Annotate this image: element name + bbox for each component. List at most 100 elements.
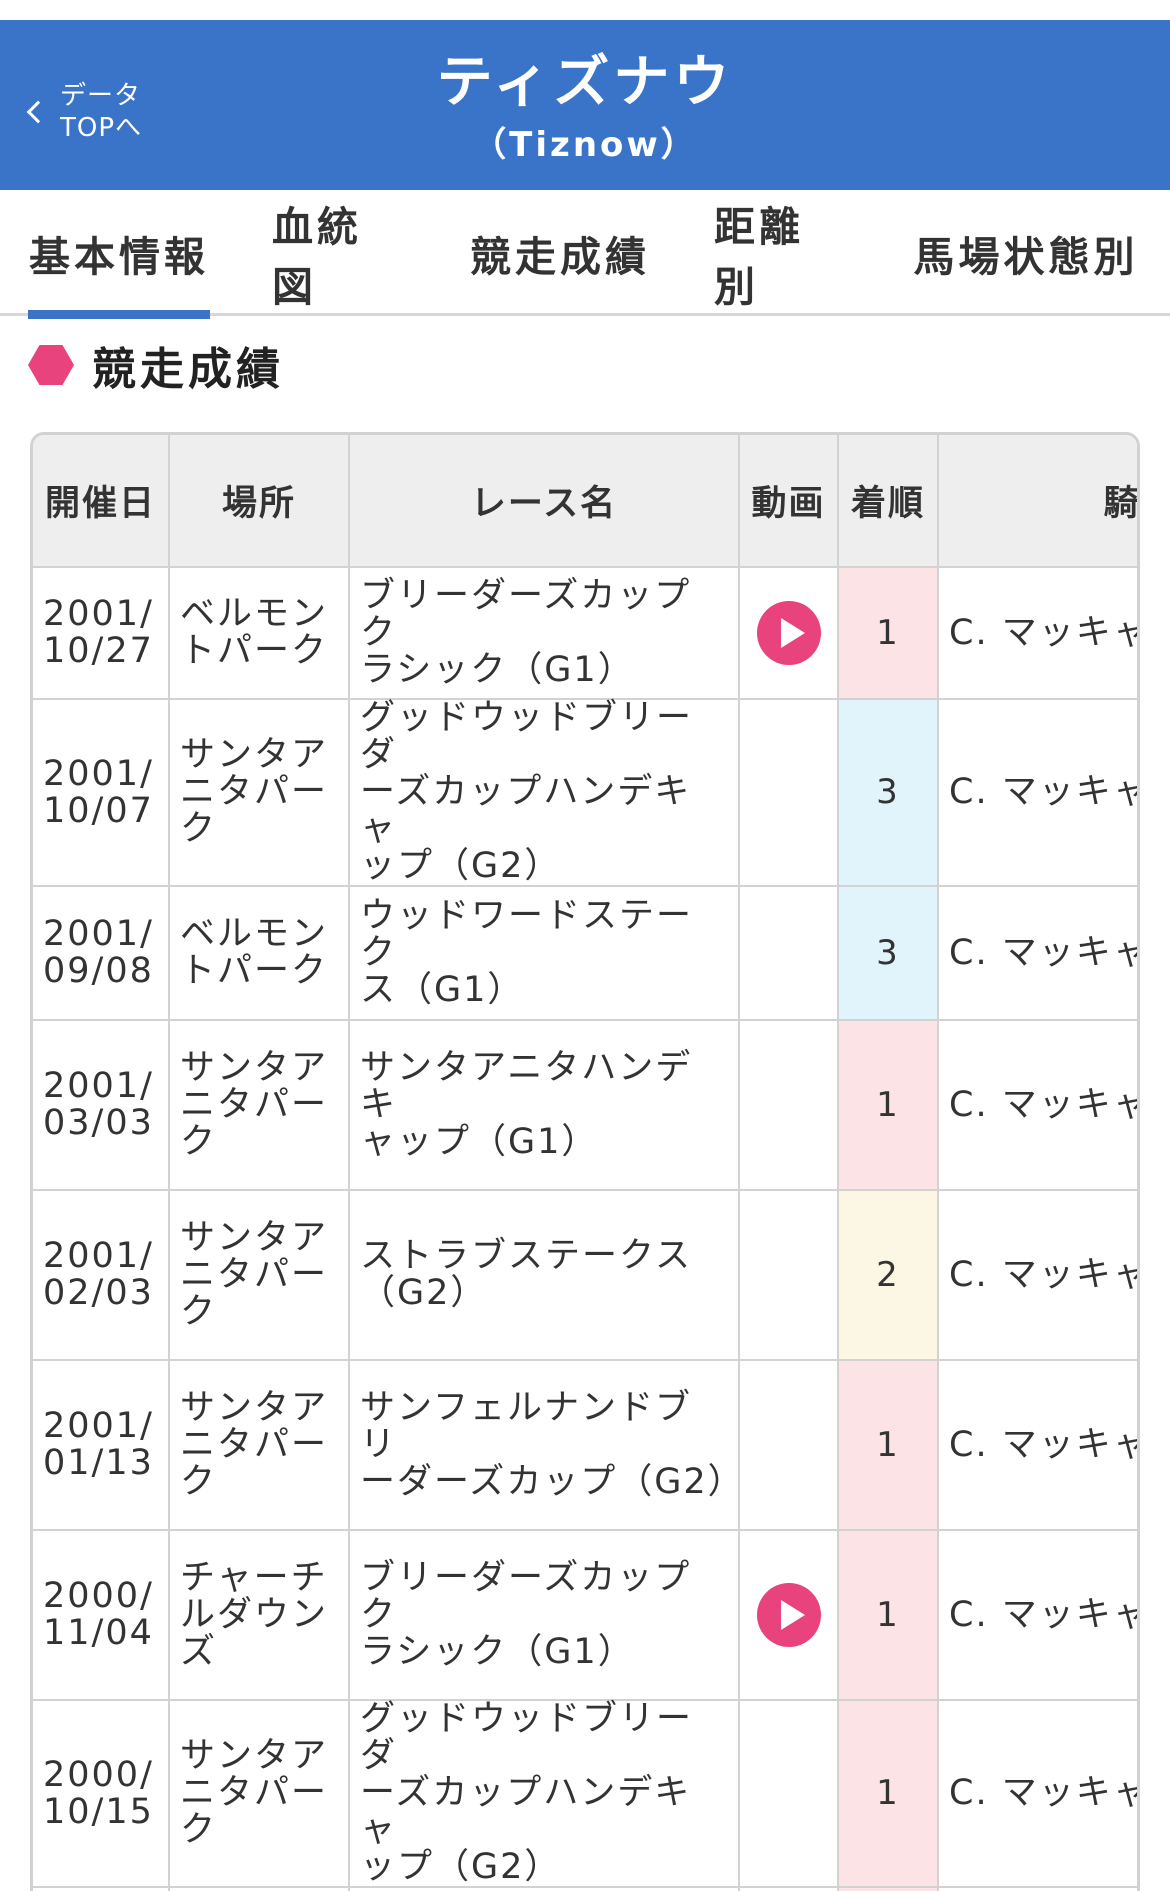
cell-video [738,885,839,1021]
cell-date: 2000/10/15 [33,1699,170,1888]
cell-jockey[interactable]: C. マッキャロン [937,1359,1137,1531]
cell-date: 2001/10/07 [33,698,170,887]
jockey-name[interactable]: C. マッキャロン [949,1426,1137,1464]
table-cell-partial [937,1886,1137,1891]
race-name-line: サンタアニタハンデキ [360,1047,693,1125]
cell-race-name[interactable]: サンタアニタハンデキ ャップ（G1） [348,1019,740,1191]
cell-video [738,698,839,887]
cell-place: サンタア ニタパーク [168,1019,350,1191]
tab-basic-info[interactable]: 基本情報 [28,190,210,319]
horse-name-english: （Tiznow） [472,125,698,165]
jockey-name[interactable]: C. マッキャロン [949,1086,1137,1124]
jockey-name[interactable]: C. マッキャロン [949,1256,1137,1294]
jockey-name[interactable]: C. マッキャロン [949,614,1137,652]
results-table-scroll[interactable]: 開催日 場所 レース名 動画 着順 騎手 2001/10/27ベルモントパークブ… [30,432,1140,1891]
col-header-race: レース名 [348,435,740,568]
date-year: 2001/ [43,1066,154,1106]
date-day: 10/15 [43,1791,154,1832]
date-day: 09/08 [43,951,154,991]
place-line: サンタア [180,735,329,775]
cell-race-name[interactable]: グッドウッドブリーダ ーズカップハンデキャ ップ（G2） [348,1699,740,1888]
cell-race-name[interactable]: ブリーダーズカップク ラシック（G1） [348,566,740,700]
play-video-icon[interactable] [756,601,821,665]
place-line: ニタパー [180,772,329,812]
table-row[interactable]: 2001/02/03サンタアニタパークストラブステークス（G2）2C. マッキャ… [33,1189,1137,1361]
race-name-line: ップ（G2） [360,846,562,886]
table-cell-partial [837,1886,939,1891]
cell-date: 2000/11/04 [33,1529,170,1701]
cell-jockey[interactable]: C. マッキャロン [937,1189,1137,1361]
race-name-line: ャップ（G1） [360,1121,599,1162]
cell-place: サンタア ニタパーク [168,1699,350,1888]
cell-date: 2001/01/13 [33,1359,170,1531]
race-name-line: ラシック（G1） [360,649,635,690]
table-row[interactable]: 2001/10/27 ベルモン トパーク ブリーダーズカップク ラシック（G1） 1 C. … [33,566,1137,700]
place-line: ク [180,809,218,849]
cell-date: 2001/03/03 [33,1019,170,1191]
place-line: サンタア [180,1736,329,1776]
cell-race-name[interactable]: ブリーダーズカップク ラシック（G1） [348,1529,740,1701]
col-header-jockey: 騎手 [937,435,1137,568]
cell-race-name[interactable]: ストラブステークス （G2） [348,1189,740,1361]
place-line: サンタア [180,1387,329,1428]
cell-jockey[interactable]: C. マッキャロン [937,1529,1137,1701]
cell-video [738,1019,839,1191]
tab-race-results[interactable]: 競走成績 [470,190,650,316]
race-name-line: ップ（G2） [360,1847,562,1887]
cell-race-name[interactable]: ウッドワードステーク ス（G1） [348,885,740,1021]
race-name-line: ウッドワードステーク [360,895,694,973]
cell-finish-position: 2 [837,1189,939,1361]
cell-video[interactable] [738,566,839,700]
table-row[interactable]: 2001/09/08 ベルモン トパーク ウッドワードステーク ス（G1） 3 C. マッキ… [33,885,1137,1021]
place-line: ク [180,1461,218,1502]
place-line: ベルモン [180,594,329,634]
date-day: 10/27 [43,631,154,671]
hexagon-icon [28,345,74,385]
section-title: 競走成績 [92,344,284,395]
title-block: ティズナウ （Tiznow） [0,48,1170,170]
table-row[interactable] [33,1886,1137,1891]
jockey-name[interactable]: C. マッキャロン [949,774,1137,811]
jockey-name[interactable]: C. マッキャロン [949,934,1137,972]
place-line: ク [180,1291,218,1332]
col-header-date: 開催日 [33,435,170,568]
race-name-line: ス（G1） [360,969,525,1010]
date-day: 01/13 [43,1443,154,1483]
play-video-icon[interactable] [756,1583,821,1647]
tab-pedigree[interactable]: 血統図 [272,190,406,316]
table-cell-partial [33,1886,170,1891]
table-row[interactable]: 2000/11/04 チャーチ ルダウンズブリーダーズカップク ラシック（G1） 1 C.… [33,1529,1137,1701]
place-line: トパーク [180,631,329,671]
cell-date: 2001/10/27 [33,566,170,700]
col-header-video: 動画 [738,435,839,568]
table-row[interactable]: 2001/03/03 サンタア ニタパークサンタアニタハンデキ ャップ（G1） 1 C. … [33,1019,1137,1191]
jockey-name[interactable]: C. マッキャロン [949,1596,1137,1634]
cell-finish-position: 1 [837,1359,939,1531]
cell-race-name[interactable]: グッドウッドブリーダ ーズカップハンデキャ ップ（G2） [348,698,740,887]
tab-by-track-condition[interactable]: 馬場状態別 [912,190,1140,316]
place-line: トパーク [180,951,329,991]
cell-jockey[interactable]: C. マッキャロン [937,698,1137,887]
cell-jockey[interactable]: C. マッキャロン [937,566,1137,700]
table-row[interactable]: 2001/01/13 サンタア ニタパークサンフェルナンドブリ ーダーズカップ（G2）… [33,1359,1137,1531]
cell-place: サンタア ニタパーク [168,1359,350,1531]
cell-video[interactable] [738,1529,839,1701]
date-day: 02/03 [43,1273,154,1313]
date-year: 2000/ [43,1754,154,1795]
place-line: チャーチ [180,1557,328,1598]
section-heading: 競走成績 [28,332,284,398]
place-line: ベルモン [180,914,329,954]
table-row[interactable]: 2000/10/15 サンタア ニタパークグッドウッドブリーダ ーズカップハンデキャッ… [33,1699,1137,1888]
table-row[interactable]: 2001/10/07 サンタア ニタパーク グッドウッドブリーダ ーズカップハンデキャッ… [33,698,1137,887]
jockey-name[interactable]: C. マッキャロン [949,1775,1137,1812]
cell-jockey[interactable]: C. マッキャロン [937,885,1137,1021]
tab-by-distance[interactable]: 距離別 [714,190,848,316]
date-year: 2001/ [43,753,154,794]
date-day: 11/04 [43,1613,154,1653]
date-year: 2001/ [43,594,154,634]
cell-jockey[interactable]: C. マッキャロン [937,1699,1137,1888]
cell-race-name[interactable]: サンフェルナンドブリ ーダーズカップ（G2） [348,1359,743,1531]
cell-jockey[interactable]: C. マッキャロン [937,1019,1137,1191]
cell-video [738,1189,839,1361]
place-line: ク [180,1810,218,1850]
